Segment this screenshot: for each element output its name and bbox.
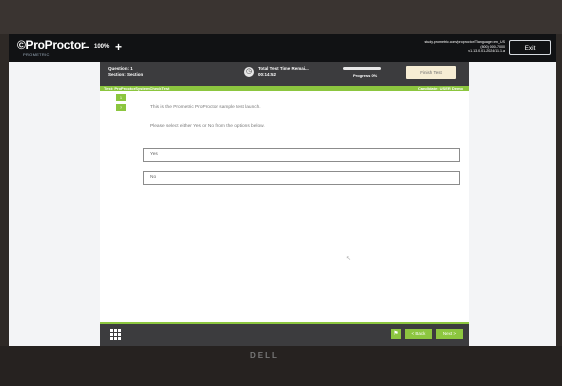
monitor-bezel-top xyxy=(0,0,562,34)
test-name: Test: ProProctorSystemCheckTest xyxy=(104,86,170,91)
timer-value: 00:14:52 xyxy=(258,71,277,77)
zoom-in-button[interactable]: + xyxy=(115,40,122,54)
monitor-bezel-bottom xyxy=(0,346,562,386)
logo-text: ProProctor xyxy=(25,38,86,52)
next-button[interactable]: Next > xyxy=(436,329,463,339)
flag-icon: ⚑ xyxy=(393,331,399,337)
zoom-out-button[interactable]: − xyxy=(83,42,89,54)
question-text: This is the Prometric ProProctor sample … xyxy=(150,105,261,110)
zoom-level: 100% xyxy=(94,44,110,50)
candidate-name: Candidate: USER Demo xyxy=(417,86,463,91)
monitor-brand: DELL xyxy=(250,351,279,360)
answer-option-no[interactable]: No xyxy=(143,171,460,185)
question-header: Question: 1 Section: Section ◷ Total Tes… xyxy=(100,62,469,86)
footer-bar: ⚑ < Back Next > xyxy=(100,322,469,346)
question-number: Question: 1 xyxy=(108,66,133,71)
test-window: Question: 1 Section: Section ◷ Total Tes… xyxy=(100,62,469,346)
flag-button[interactable]: ⚑ xyxy=(391,329,401,339)
grid-view-icon[interactable] xyxy=(110,329,121,340)
left-margin xyxy=(9,62,100,346)
screen: ©ProProctor PROMETRIC − 100% + study.pro… xyxy=(9,34,556,346)
right-margin xyxy=(469,62,556,346)
clock-icon: ◷ xyxy=(244,67,254,77)
exit-button[interactable]: Exit xyxy=(509,40,551,55)
timer-label: Total Test Time Remai... xyxy=(258,66,309,71)
monitor-bezel-right xyxy=(556,34,562,354)
answer-option-yes[interactable]: Yes xyxy=(143,148,460,162)
logo-icon: © xyxy=(17,38,26,52)
app-info: study.prometric.com/proproctor/Tlanguage… xyxy=(381,40,505,54)
app-logo: ©ProProctor xyxy=(17,38,86,52)
section-name: Section: Section xyxy=(108,71,144,77)
finish-test-button[interactable]: Finish Test xyxy=(406,66,456,79)
test-info-bar: Test: ProProctorSystemCheckTest Candidat… xyxy=(100,86,469,91)
logo-subtext: PROMETRIC xyxy=(23,52,50,57)
monitor-bezel-left xyxy=(0,34,9,354)
progress-label: Progress 0% xyxy=(353,73,378,78)
app-bar: ©ProProctor PROMETRIC − 100% + study.pro… xyxy=(9,34,556,62)
app-info-version: v1.13.0.01-2024/11.1.a xyxy=(468,49,505,54)
back-button[interactable]: < Back xyxy=(405,329,432,339)
question-nav-item[interactable]: ? xyxy=(116,104,126,111)
question-nav-item[interactable]: 1 xyxy=(116,94,126,101)
question-instruction: Please select either Yes or No from the … xyxy=(150,124,265,129)
mouse-cursor: ↖ xyxy=(346,256,352,262)
progress-bar xyxy=(343,67,381,70)
